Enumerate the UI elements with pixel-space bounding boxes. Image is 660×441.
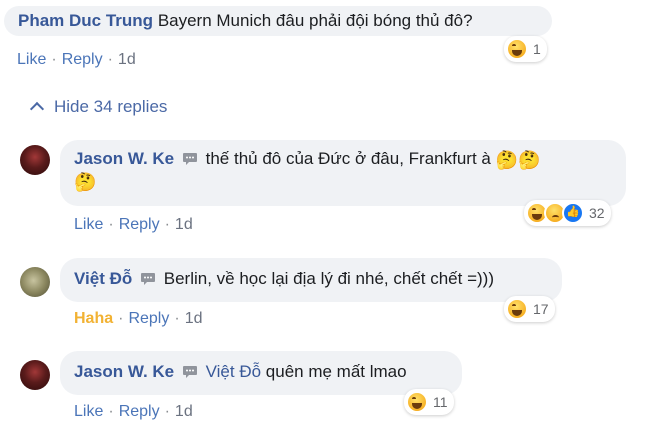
comment-author[interactable]: Pham Duc Trung: [18, 11, 153, 30]
hide-replies-label: Hide 34 replies: [54, 97, 168, 116]
comment-bubble: Việt Đỗ Berlin, về học lại địa lý đi nhé…: [60, 258, 562, 302]
timestamp[interactable]: 1d: [175, 403, 193, 420]
comment-author[interactable]: Jason W. Ke: [74, 149, 174, 168]
reply-link[interactable]: Reply: [119, 216, 160, 233]
timestamp[interactable]: 1d: [118, 51, 136, 68]
reaction-summary[interactable]: 32: [524, 200, 611, 226]
reply-link[interactable]: Reply: [128, 310, 169, 327]
comment-text: thế thủ đô của Đức ở đâu, Frankfurt à: [205, 149, 491, 168]
thinking-face-icon: 🤔: [495, 149, 518, 170]
timestamp[interactable]: 1d: [185, 310, 203, 327]
like-link[interactable]: Like: [74, 403, 103, 420]
haha-icon: [506, 298, 528, 320]
mention-link[interactable]: Việt Đỗ: [206, 362, 261, 381]
reaction-count: 11: [433, 394, 448, 410]
haha-icon: [406, 391, 428, 413]
reaction-summary[interactable]: 11: [404, 389, 454, 415]
messenger-badge-icon: [141, 272, 155, 285]
haha-reaction-link[interactable]: Haha: [74, 310, 113, 327]
comment-actions: Like · Reply · 1d: [74, 216, 193, 233]
like-icon: [562, 202, 584, 224]
comment-actions: Like · Reply · 1d: [74, 403, 193, 420]
reply-link[interactable]: Reply: [119, 403, 160, 420]
comment-actions: Haha · Reply · 1d: [74, 310, 203, 327]
reply-link[interactable]: Reply: [62, 51, 103, 68]
comment-text: quên mẹ mất lmao: [265, 362, 407, 381]
reaction-count: 1: [533, 41, 541, 57]
comment-author[interactable]: Việt Đỗ: [74, 269, 132, 288]
chevron-up-icon: [29, 101, 45, 117]
comment-bubble: Jason W. Ke thế thủ đô của Đức ở đâu, Fr…: [60, 140, 626, 206]
reaction-summary[interactable]: 1: [504, 36, 547, 62]
avatar[interactable]: [20, 360, 50, 390]
comment-bubble: Pham Duc Trung Bayern Munich đâu phải độ…: [4, 6, 552, 36]
comment-author[interactable]: Jason W. Ke: [74, 362, 174, 381]
messenger-badge-icon: [182, 365, 197, 378]
hide-replies-button[interactable]: Hide 34 replies: [29, 97, 168, 117]
like-link[interactable]: Like: [74, 216, 103, 233]
timestamp[interactable]: 1d: [175, 216, 193, 233]
comment-actions: Like · Reply · 1d: [17, 51, 136, 68]
like-link[interactable]: Like: [17, 51, 46, 68]
comment-bubble: Jason W. Ke Việt Đỗ quên mẹ mất lmao: [60, 351, 462, 395]
reaction-count: 32: [589, 205, 605, 221]
reaction-count: 17: [533, 301, 549, 317]
comment-text: Bayern Munich đâu phải đội bóng thủ đô?: [157, 11, 473, 30]
thinking-face-icon: 🤔: [518, 149, 541, 170]
reaction-summary[interactable]: 17: [504, 296, 555, 322]
avatar[interactable]: [20, 145, 50, 175]
comment-text: Berlin, về học lại địa lý đi nhé, chết c…: [163, 269, 494, 288]
messenger-badge-icon: [182, 152, 197, 165]
haha-icon: [506, 38, 528, 60]
avatar[interactable]: [20, 267, 50, 297]
thinking-face-icon: 🤔: [74, 172, 97, 193]
